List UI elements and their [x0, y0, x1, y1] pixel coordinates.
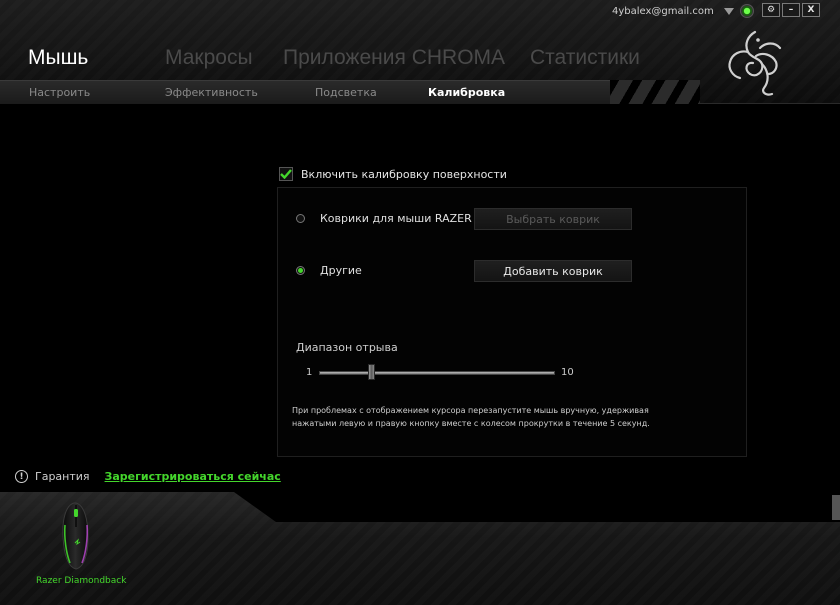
warranty-label: Гарантия: [35, 470, 90, 483]
decorative-stripes: [610, 80, 700, 104]
subtab-lighting[interactable]: Подсветка: [315, 86, 377, 99]
chevron-down-icon[interactable]: [723, 7, 734, 15]
tab-mouse[interactable]: Мышь: [28, 46, 88, 70]
tab-macros[interactable]: Макросы: [165, 46, 253, 70]
option-razer-mats[interactable]: Коврики для мыши RAZER: [296, 212, 472, 225]
option-other[interactable]: Другие: [296, 264, 362, 277]
calibration-hint: При проблемах с отображением курсора пер…: [292, 404, 692, 430]
status-icon[interactable]: [739, 4, 754, 18]
device-name[interactable]: Razer Diamondback: [36, 576, 126, 586]
radio-razer-mats[interactable]: [296, 214, 305, 223]
scroll-handle[interactable]: [832, 495, 840, 520]
subtab-calibration[interactable]: Калибровка: [428, 86, 505, 99]
tab-chroma-apps[interactable]: Приложения CHROMA: [283, 46, 505, 70]
liftoff-label: Диапазон отрыва: [296, 341, 398, 354]
hint-line-2: нажатыми левую и правую кнопку вместе с …: [292, 419, 650, 428]
subtab-performance[interactable]: Эффективность: [165, 86, 258, 99]
info-icon: !: [15, 470, 28, 483]
warranty-row: ! Гарантия Зарегистрироваться сейчас: [15, 470, 281, 483]
option-razer-mats-label: Коврики для мыши RAZER: [320, 212, 472, 225]
liftoff-max: 10: [561, 367, 574, 378]
tab-stats[interactable]: Статистики: [530, 46, 640, 70]
liftoff-slider-track[interactable]: [319, 371, 555, 375]
register-now-link[interactable]: Зарегистрироваться сейчас: [105, 470, 281, 483]
radio-other[interactable]: [296, 266, 305, 275]
minimize-button[interactable]: –: [782, 3, 800, 17]
mouse-icon: [62, 502, 89, 570]
option-other-label: Другие: [320, 264, 362, 277]
liftoff-min: 1: [306, 367, 313, 378]
main-tabs: Мышь Макросы Приложения CHROMA Статистик…: [28, 46, 708, 78]
calibration-toggle-label: Включить калибровку поверхности: [301, 167, 507, 181]
window-controls: ⚙ – X: [762, 3, 820, 17]
liftoff-slider-thumb[interactable]: [368, 364, 375, 380]
close-button[interactable]: X: [802, 3, 820, 17]
calibration-toggle[interactable]: Включить калибровку поверхности: [279, 167, 507, 181]
add-mat-button[interactable]: Добавить коврик: [474, 260, 632, 282]
username[interactable]: 4ybalex@gmail.com: [612, 6, 714, 17]
select-mat-button[interactable]: Выбрать коврик: [474, 208, 632, 230]
settings-button[interactable]: ⚙: [762, 3, 780, 17]
subtab-customize[interactable]: Настроить: [29, 86, 90, 99]
hint-line-1: При проблемах с отображением курсора пер…: [292, 406, 649, 415]
checkbox-icon[interactable]: [279, 167, 293, 181]
razer-logo-icon: [720, 22, 790, 98]
user-bar: 4ybalex@gmail.com: [612, 4, 754, 18]
radio-selected-dot: [298, 268, 303, 273]
sub-tab-bar: Настроить Эффективность Подсветка Калибр…: [0, 80, 690, 104]
